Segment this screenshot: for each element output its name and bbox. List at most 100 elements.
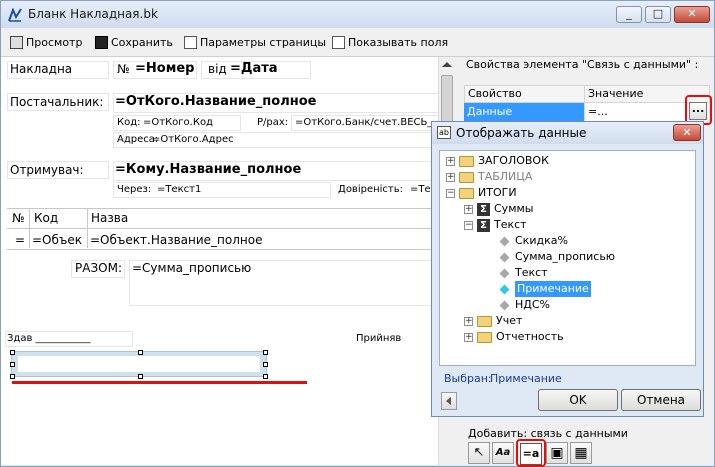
resize-handle[interactable] xyxy=(138,350,143,355)
resize-handle[interactable] xyxy=(138,374,143,379)
tree-node[interactable]: Текст xyxy=(498,265,548,281)
table-tool-button[interactable]: ▦ xyxy=(570,442,592,464)
resize-handle[interactable] xyxy=(10,374,15,379)
tree-node-label: Суммы xyxy=(494,202,534,215)
property-value-text: =... xyxy=(588,105,608,118)
collapse-icon[interactable]: − xyxy=(464,220,473,230)
tree-node[interactable]: Сумма_прописью xyxy=(498,249,615,265)
tree-node[interactable]: − ИТОГИ xyxy=(446,185,517,201)
code-label[interactable]: Код: xyxy=(117,117,141,128)
row-name-field[interactable]: =Объект.Название_полное xyxy=(90,233,262,247)
text-tool-button[interactable]: Aa xyxy=(492,442,514,464)
date-label[interactable]: від xyxy=(208,62,227,76)
tree-node[interactable]: − Σ Текст xyxy=(464,217,527,233)
resize-handle[interactable] xyxy=(263,362,268,367)
supplier-name-field[interactable]: =ОтКого.Название_полное xyxy=(115,94,316,109)
tree-node[interactable]: + Учет xyxy=(464,313,522,329)
display-data-dialog: ab Отображать данные ✕ + ЗАГОЛОВОК + ТАБ… xyxy=(431,121,704,417)
total-words-field[interactable]: =Сумма_прописью xyxy=(132,261,251,275)
supplier-label[interactable]: Постачальник: xyxy=(10,95,103,109)
row-code-field[interactable]: =Объек xyxy=(32,233,82,247)
minimize-icon: _ xyxy=(626,7,632,20)
open-folder-icon xyxy=(459,187,474,199)
image-tool-button[interactable]: ▣ xyxy=(546,442,568,464)
minimize-button[interactable]: _ xyxy=(616,6,642,23)
tree-node[interactable]: Скидка% xyxy=(498,233,568,249)
address-field[interactable]: =ОтКого.Адрес xyxy=(152,134,234,145)
resize-handle[interactable] xyxy=(263,374,268,379)
tree-node[interactable]: + Отчетность xyxy=(464,329,564,345)
expand-icon[interactable]: + xyxy=(464,332,473,342)
account-field[interactable]: =ОтКого.Банк/счет.ВЕСЬ_ xyxy=(295,117,432,128)
show-fields-button[interactable]: Показывать поля xyxy=(332,33,448,51)
col-header-name[interactable]: Назва xyxy=(91,211,128,225)
field-icon xyxy=(499,236,510,246)
ok-button[interactable]: OK xyxy=(538,389,618,411)
cancel-button[interactable]: Отмена xyxy=(621,389,701,411)
number-field[interactable]: =Номер xyxy=(135,61,194,76)
account-label[interactable]: Р/рах: xyxy=(257,117,288,128)
through-field[interactable]: =Текст1 xyxy=(157,184,201,195)
scroll-up-icon[interactable] xyxy=(442,62,452,67)
page-icon xyxy=(184,35,197,49)
through-label[interactable]: Через: xyxy=(117,184,151,195)
maximize-button[interactable]: □ xyxy=(645,6,671,23)
save-label: Сохранить xyxy=(111,35,173,49)
date-field[interactable]: =Дата xyxy=(230,61,278,76)
code-field[interactable]: =ОтКого.Код xyxy=(143,117,213,128)
expand-icon[interactable]: + xyxy=(464,204,473,214)
col-header-code[interactable]: Код xyxy=(34,211,58,225)
close-button[interactable]: ✕ xyxy=(674,6,710,23)
dialog-close-button[interactable]: ✕ xyxy=(673,124,701,141)
page-params-button[interactable]: Параметры страницы xyxy=(184,33,326,51)
triangle-left-icon xyxy=(446,397,451,405)
dialog-app-icon: ab xyxy=(437,126,451,139)
gave-label[interactable]: Здав ___________ xyxy=(7,333,91,344)
expand-icon[interactable]: + xyxy=(446,172,455,182)
expand-icon[interactable]: + xyxy=(446,156,455,166)
sigma-icon: Σ xyxy=(477,202,490,216)
save-button[interactable]: Сохранить xyxy=(95,33,173,51)
expand-icon[interactable]: + xyxy=(464,316,473,326)
cancel-label: Отмена xyxy=(636,393,686,407)
resize-handle[interactable] xyxy=(10,362,15,367)
tree-node-label: Скидка% xyxy=(515,234,568,247)
tree-node[interactable]: + Σ Суммы xyxy=(464,201,533,217)
selected-label: Выбран: xyxy=(444,372,492,385)
row-no-field[interactable]: = xyxy=(15,233,25,247)
col-header-no[interactable]: № xyxy=(12,211,24,225)
preview-button[interactable]: Просмотр xyxy=(10,33,82,51)
number-label[interactable]: № xyxy=(117,62,129,76)
total-label[interactable]: РАЗОМ: xyxy=(75,261,122,275)
tree-node-label: ТАБЛИЦА xyxy=(478,170,533,183)
show-fields-label: Показывать поля xyxy=(348,35,449,49)
resize-handle[interactable] xyxy=(263,350,268,355)
title-bar: Бланк Накладная.bk _ □ ✕ xyxy=(1,1,714,28)
tree-node-label: Текст xyxy=(515,266,548,279)
dialog-title: Отображать данные xyxy=(456,126,587,140)
form-canvas[interactable]: Накладна № =Номер від =Дата Постачальник… xyxy=(1,57,438,465)
tree-node-selected[interactable]: Примечание xyxy=(498,281,591,297)
collapse-icon[interactable]: − xyxy=(446,188,455,198)
col-value: Значение xyxy=(588,87,644,100)
tree-node[interactable]: + ТАБЛИЦА xyxy=(446,169,532,185)
tree-node-label: Примечание xyxy=(515,281,591,297)
pointer-tool-button[interactable]: ↖ xyxy=(468,442,490,464)
data-tree[interactable]: + ЗАГОЛОВОК + ТАБЛИЦА − ИТОГИ + Σ Суммы … xyxy=(439,150,696,366)
tree-node[interactable]: НДС% xyxy=(498,297,550,313)
trust-label[interactable]: Довіреність: xyxy=(338,184,403,195)
invoice-title[interactable]: Накладна xyxy=(10,62,72,76)
resize-handle[interactable] xyxy=(10,350,15,355)
received-label[interactable]: Прийняв xyxy=(356,333,401,344)
close-icon: ✕ xyxy=(682,126,692,139)
tree-node-label: Сумма_прописью xyxy=(515,250,616,263)
page-params-label: Параметры страницы xyxy=(200,35,327,49)
receiver-name-field[interactable]: =Кому.Название_полное xyxy=(115,162,301,177)
pointer-icon: ↖ xyxy=(473,445,485,460)
back-button[interactable] xyxy=(441,392,457,410)
preview-label: Просмотр xyxy=(26,35,83,49)
tree-node-label: ЗАГОЛОВОК xyxy=(478,154,549,167)
image-icon: ▣ xyxy=(550,445,564,461)
tree-node[interactable]: + ЗАГОЛОВОК xyxy=(446,153,549,169)
receiver-label[interactable]: Отримувач: xyxy=(10,163,84,177)
